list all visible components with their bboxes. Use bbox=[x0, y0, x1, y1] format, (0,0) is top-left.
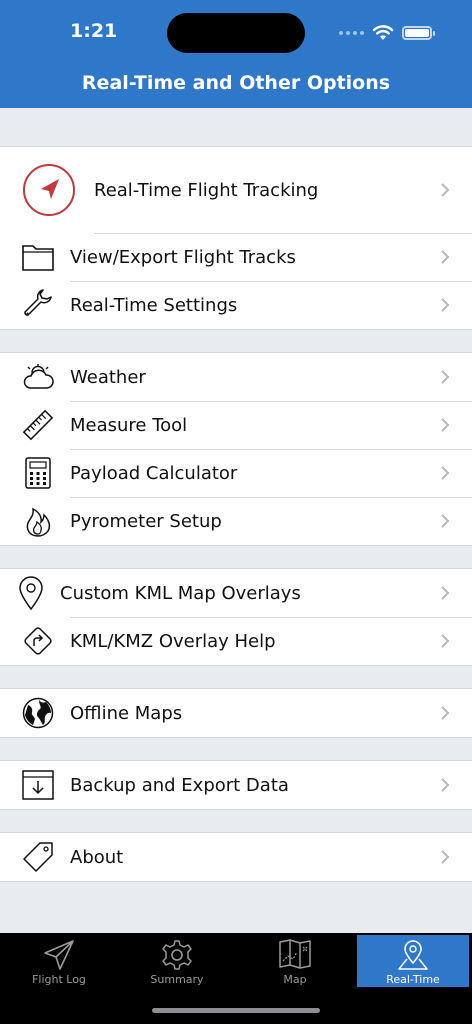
tab-label: Real-Time bbox=[386, 973, 440, 986]
download-box-icon bbox=[21, 768, 55, 802]
row-custom-kml-map-overlays[interactable]: Custom KML Map Overlays bbox=[0, 569, 472, 617]
row-label: Real-Time Settings bbox=[70, 294, 238, 316]
group-tools: Weather Measure Tool Payload Calculator … bbox=[0, 352, 472, 546]
map-pin-icon bbox=[398, 940, 428, 970]
status-time: 1:21 bbox=[70, 20, 118, 42]
chevron-right-icon bbox=[441, 298, 450, 312]
calculator-icon bbox=[21, 456, 55, 490]
row-measure-tool[interactable]: Measure Tool bbox=[0, 401, 472, 449]
row-label: About bbox=[70, 846, 124, 868]
row-weather[interactable]: Weather bbox=[0, 353, 472, 401]
paper-plane-icon bbox=[44, 940, 74, 970]
wrench-icon bbox=[21, 288, 55, 322]
ruler-icon bbox=[21, 408, 55, 442]
row-label: Pyrometer Setup bbox=[70, 510, 222, 532]
wifi-icon bbox=[372, 25, 394, 40]
map-pin-icon bbox=[14, 576, 48, 610]
tab-flight-log[interactable]: Flight Log bbox=[3, 935, 115, 987]
row-real-time-settings[interactable]: Real-Time Settings bbox=[0, 281, 472, 329]
row-pyrometer-setup[interactable]: Pyrometer Setup bbox=[0, 497, 472, 545]
folded-map-icon bbox=[279, 939, 311, 969]
group-backup: Backup and Export Data bbox=[0, 760, 472, 810]
tab-summary[interactable]: Summary bbox=[121, 935, 233, 987]
row-about[interactable]: About bbox=[0, 833, 472, 881]
chevron-right-icon bbox=[441, 250, 450, 264]
row-label: Payload Calculator bbox=[70, 462, 238, 484]
tab-label: Summary bbox=[150, 973, 204, 986]
row-label: Backup and Export Data bbox=[70, 774, 289, 796]
battery-icon bbox=[402, 26, 435, 40]
group-about: About bbox=[0, 832, 472, 882]
row-view-export-flight-tracks[interactable]: View/Export Flight Tracks bbox=[0, 233, 472, 281]
row-label: KML/KMZ Overlay Help bbox=[70, 630, 276, 652]
chevron-right-icon bbox=[441, 183, 450, 197]
chevron-right-icon bbox=[441, 370, 450, 384]
page-title: Real-Time and Other Options bbox=[81, 72, 391, 94]
globe-icon bbox=[21, 696, 55, 730]
row-label: Measure Tool bbox=[70, 414, 188, 436]
gear-icon bbox=[162, 940, 192, 970]
tab-real-time[interactable]: Real-Time bbox=[357, 935, 469, 987]
row-label: View/Export Flight Tracks bbox=[70, 246, 296, 268]
row-label: Weather bbox=[70, 366, 146, 388]
chevron-right-icon bbox=[441, 418, 450, 432]
group-offline-maps: Offline Maps bbox=[0, 688, 472, 738]
row-label: Custom KML Map Overlays bbox=[60, 582, 301, 604]
row-label: Offline Maps bbox=[70, 702, 183, 724]
flame-icon bbox=[21, 504, 55, 538]
chevron-right-icon bbox=[441, 466, 450, 480]
options-list: Real-Time Flight Tracking View/Export Fl… bbox=[0, 108, 472, 882]
folder-icon bbox=[21, 240, 55, 274]
chevron-right-icon bbox=[441, 634, 450, 648]
location-arrow-icon bbox=[22, 163, 76, 217]
status-icons bbox=[339, 24, 435, 42]
chevron-right-icon bbox=[441, 514, 450, 528]
row-offline-maps[interactable]: Offline Maps bbox=[0, 689, 472, 737]
tab-label: Flight Log bbox=[32, 973, 86, 986]
row-backup-and-export-data[interactable]: Backup and Export Data bbox=[0, 761, 472, 809]
chevron-right-icon bbox=[441, 778, 450, 792]
cellular-signal-icon bbox=[339, 31, 364, 35]
chevron-right-icon bbox=[441, 850, 450, 864]
cloud-sun-icon bbox=[21, 360, 55, 394]
dynamic-island bbox=[167, 13, 305, 53]
row-real-time-flight-tracking[interactable]: Real-Time Flight Tracking bbox=[0, 147, 472, 233]
home-indicator[interactable] bbox=[152, 1008, 320, 1013]
tab-map[interactable]: Map bbox=[239, 935, 351, 987]
nav-header: 1:21 Real-Time and Other Options bbox=[0, 0, 472, 108]
group-kml: Custom KML Map Overlays KML/KMZ Overlay … bbox=[0, 568, 472, 666]
row-label: Real-Time Flight Tracking bbox=[94, 179, 319, 201]
tab-label: Map bbox=[283, 973, 307, 986]
tag-icon bbox=[21, 840, 55, 874]
chevron-right-icon bbox=[441, 706, 450, 720]
direction-sign-icon bbox=[21, 624, 55, 658]
group-tracking: Real-Time Flight Tracking View/Export Fl… bbox=[0, 146, 472, 330]
row-kml-kmz-overlay-help[interactable]: KML/KMZ Overlay Help bbox=[0, 617, 472, 665]
chevron-right-icon bbox=[441, 586, 450, 600]
row-payload-calculator[interactable]: Payload Calculator bbox=[0, 449, 472, 497]
